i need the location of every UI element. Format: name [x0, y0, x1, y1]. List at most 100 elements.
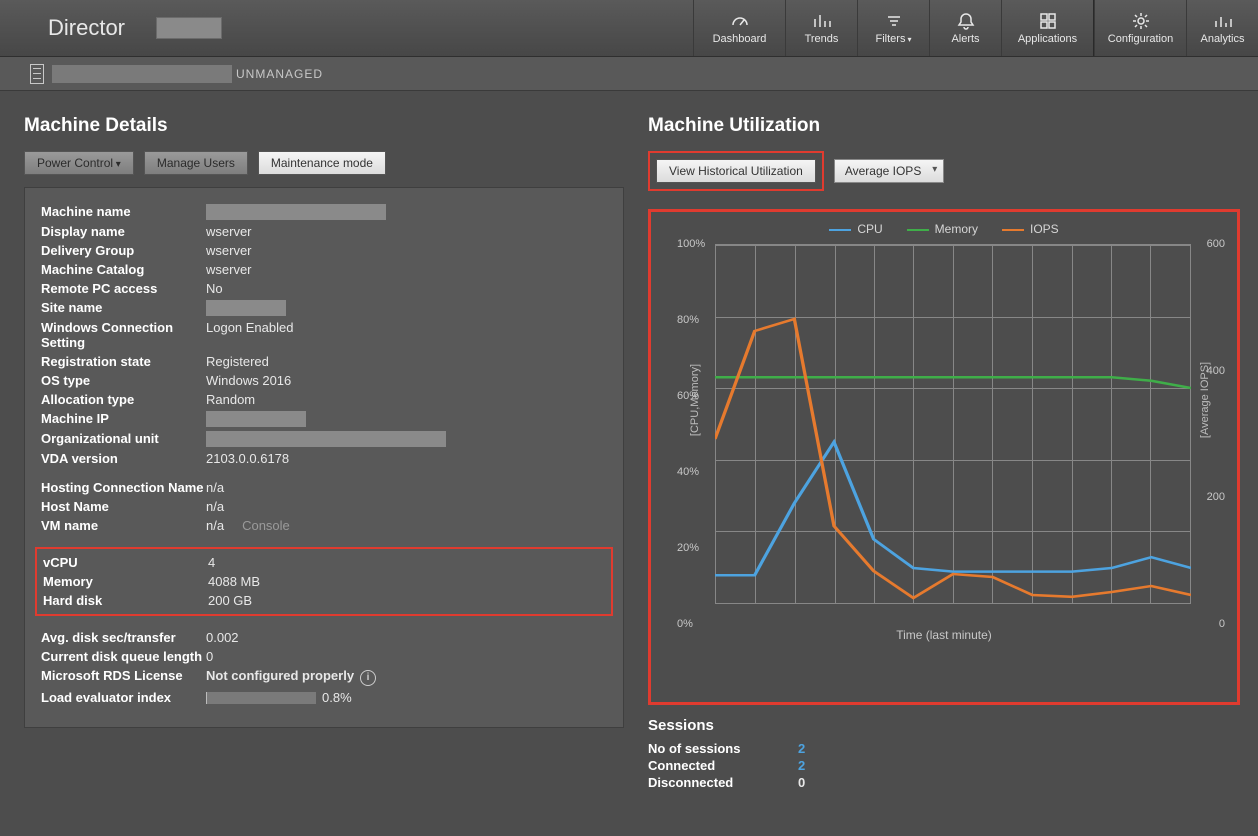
v-queue: 0: [206, 649, 213, 664]
hist-button-highlight: View Historical Utilization: [648, 151, 824, 191]
k-machine-name: Machine name: [41, 204, 206, 220]
v-vcpu: 4: [208, 555, 215, 570]
legend-memory: Memory: [907, 222, 978, 236]
v-machine-name-redacted: [206, 204, 386, 220]
k-hdd: Hard disk: [43, 593, 208, 608]
manage-users-button[interactable]: Manage Users: [144, 151, 248, 175]
utilization-chart: [CPU,Memory] [Average IOPS]: [715, 244, 1191, 624]
filters-icon: [884, 11, 904, 31]
k-vcpu: vCPU: [43, 555, 208, 570]
maintenance-mode-button[interactable]: Maintenance mode: [258, 151, 386, 175]
v-hdd: 200 GB: [208, 593, 252, 608]
v-host-name: n/a: [206, 499, 224, 514]
yl-1: 20%: [677, 542, 699, 554]
analytics-icon: [1213, 11, 1233, 31]
breadcrumb-redacted: [52, 65, 232, 83]
console-link[interactable]: Console: [242, 518, 290, 533]
v-sessions-disconnected: 0: [798, 775, 805, 790]
v-alloc: Random: [206, 392, 255, 407]
nav-trends-label: Trends: [805, 33, 839, 45]
k-win-conn: Windows Connection Setting: [41, 320, 206, 350]
legend-cpu: CPU: [829, 222, 882, 236]
nav-applications-label: Applications: [1018, 33, 1077, 45]
v-site-name-redacted: [206, 300, 286, 316]
gear-icon: [1131, 11, 1151, 31]
server-icon: [30, 64, 44, 84]
v-load: 0.8%: [206, 690, 352, 705]
v-reg-state: Registered: [206, 354, 269, 369]
nav-configuration[interactable]: Configuration: [1094, 0, 1186, 56]
v-rds: Not configured properlyi: [206, 668, 376, 686]
bell-icon: [956, 11, 976, 31]
nav-applications[interactable]: Applications: [1001, 0, 1093, 56]
details-panel: Machine name Display namewserver Deliver…: [24, 187, 624, 728]
nav-analytics[interactable]: Analytics: [1186, 0, 1258, 56]
k-vda: VDA version: [41, 451, 206, 466]
power-control-button[interactable]: Power Control: [24, 151, 134, 175]
brand-title: Director: [0, 15, 150, 41]
v-sessions-no[interactable]: 2: [798, 741, 805, 756]
nav-analytics-label: Analytics: [1200, 33, 1244, 45]
k-os-type: OS type: [41, 373, 206, 388]
v-vda: 2103.0.0.6178: [206, 451, 289, 466]
yr-2: 400: [1207, 365, 1225, 377]
yr-1: 200: [1207, 491, 1225, 503]
yl-2: 40%: [677, 466, 699, 478]
iops-select[interactable]: Average IOPS: [834, 159, 945, 183]
brand-redacted-box: [156, 17, 222, 39]
k-rds: Microsoft RDS License: [41, 668, 206, 686]
yl-5: 100%: [677, 238, 705, 250]
k-machine-catalog: Machine Catalog: [41, 262, 206, 277]
v-vm-name: n/aConsole: [206, 518, 290, 533]
yl-0: 0%: [677, 618, 693, 630]
v-remote-pc: No: [206, 281, 223, 296]
v-hosting: n/a: [206, 480, 224, 495]
yl-4: 80%: [677, 314, 699, 326]
k-alloc: Allocation type: [41, 392, 206, 407]
nav-alerts[interactable]: Alerts: [929, 0, 1001, 56]
resource-highlight: vCPU4 Memory4088 MB Hard disk200 GB: [35, 547, 613, 616]
k-remote-pc: Remote PC access: [41, 281, 206, 296]
legend-iops: IOPS: [1002, 222, 1059, 236]
k-ou: Organizational unit: [41, 431, 206, 447]
sessions-title: Sessions: [648, 717, 1240, 734]
v-sessions-connected[interactable]: 2: [798, 758, 805, 773]
top-nav: Dashboard Trends Filters▾ Alerts Applica…: [693, 0, 1258, 56]
k-display-name: Display name: [41, 224, 206, 239]
machine-details-title: Machine Details: [24, 115, 624, 137]
v-avg-disk: 0.002: [206, 630, 239, 645]
machine-utilization-title: Machine Utilization: [648, 115, 1240, 137]
nav-trends[interactable]: Trends: [785, 0, 857, 56]
v-machine-ip-redacted: [206, 411, 306, 427]
load-progress: [206, 692, 316, 704]
k-load: Load evaluator index: [41, 690, 206, 705]
info-icon[interactable]: i: [360, 670, 376, 686]
v-display-name: wserver: [206, 224, 252, 239]
nav-filters[interactable]: Filters▾: [857, 0, 929, 56]
k-reg-state: Registration state: [41, 354, 206, 369]
nav-alerts-label: Alerts: [951, 33, 979, 45]
k-avg-disk: Avg. disk sec/transfer: [41, 630, 206, 645]
yr-3: 600: [1207, 238, 1225, 250]
sessions-section: Sessions No of sessions2 Connected2 Disc…: [648, 717, 1240, 791]
nav-configuration-label: Configuration: [1108, 33, 1173, 45]
v-win-conn: Logon Enabled: [206, 320, 293, 350]
breadcrumb-bar: UNMANAGED: [0, 57, 1258, 91]
yl-3: 60%: [677, 390, 699, 402]
view-historical-button[interactable]: View Historical Utilization: [656, 159, 816, 183]
k-sessions-connected: Connected: [648, 758, 798, 773]
breadcrumb-status: UNMANAGED: [236, 67, 323, 81]
yr-0: 0: [1219, 618, 1225, 630]
x-axis-title: Time (last minute): [655, 628, 1233, 642]
v-os-type: Windows 2016: [206, 373, 291, 388]
v-ou-redacted: [206, 431, 446, 447]
top-bar: Director Dashboard Trends Filters▾ Alert…: [0, 0, 1258, 57]
k-machine-ip: Machine IP: [41, 411, 206, 427]
nav-dashboard[interactable]: Dashboard: [693, 0, 785, 56]
k-hosting: Hosting Connection Name: [41, 480, 206, 495]
k-queue: Current disk queue length: [41, 649, 206, 664]
chart-svg: [715, 244, 1191, 604]
nav-filters-label: Filters▾: [876, 33, 912, 45]
v-machine-catalog: wserver: [206, 262, 252, 277]
apps-icon: [1038, 11, 1058, 31]
